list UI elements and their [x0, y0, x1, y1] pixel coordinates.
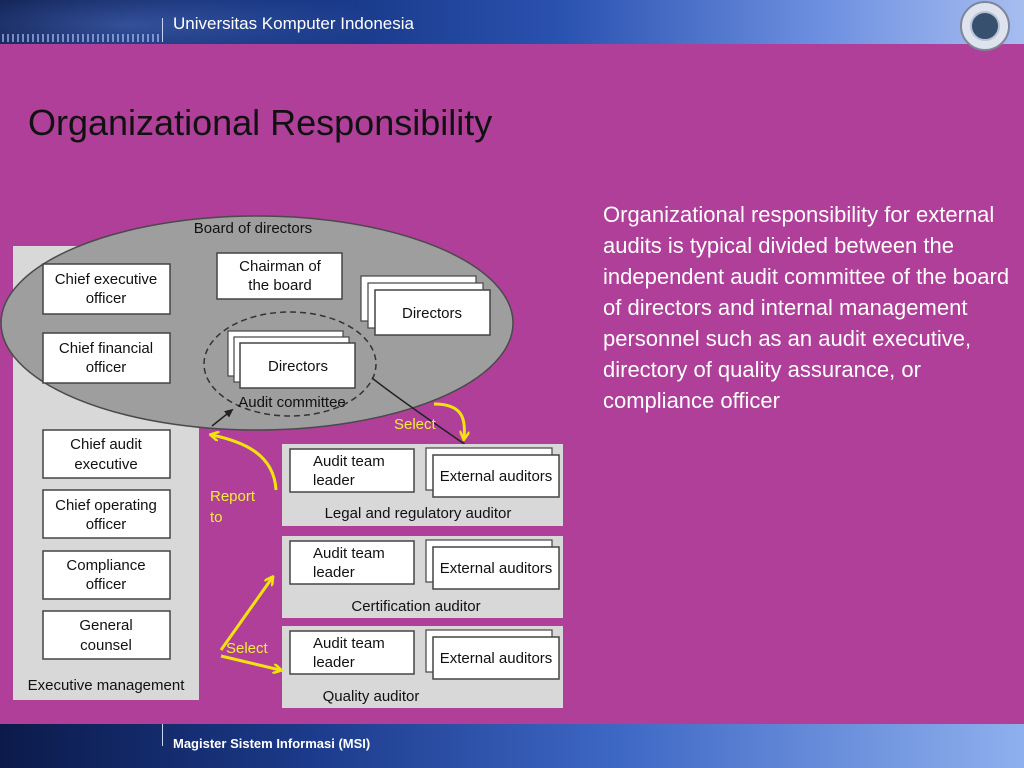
footer-bar: Magister Sistem Informasi (MSI) — [0, 724, 1024, 768]
footer-divider — [162, 724, 163, 746]
leader-1-line-1: Audit team — [313, 453, 385, 470]
counsel-line-2: counsel — [80, 637, 132, 654]
coo-line-1: Chief operating — [55, 497, 157, 514]
quality-label: Quality auditor — [323, 688, 420, 705]
cae-line-1: Chief audit — [70, 436, 143, 453]
footer-text: Magister Sistem Informasi (MSI) — [173, 736, 371, 751]
cae-line-2: executive — [74, 456, 137, 473]
audit-directors-label: Directors — [268, 358, 328, 375]
chairman-line-1: Chairman of — [239, 258, 322, 275]
compliance-line-2: officer — [86, 576, 127, 593]
select-arrow-right — [220, 654, 280, 670]
report-to-annotation-line-1: Report — [210, 488, 256, 505]
external-auditors-label-1: External auditors — [440, 468, 553, 485]
compliance-line-1: Compliance — [66, 557, 145, 574]
report-to-annotation-line-2: to — [210, 509, 223, 526]
executive-management-label: Executive management — [28, 677, 186, 694]
counsel-line-1: General — [79, 617, 132, 634]
leader-2-line-2: leader — [313, 564, 355, 581]
leader-3-line-2: leader — [313, 654, 355, 671]
audit-committee-label: Audit committee — [238, 394, 346, 411]
select-annotation-top: Select — [394, 416, 437, 433]
report-to-arrow — [212, 435, 278, 491]
legal-regulatory-label: Legal and regulatory auditor — [325, 505, 512, 522]
coo-line-2: officer — [86, 516, 127, 533]
external-auditors-label-3: External auditors — [440, 650, 553, 667]
cfo-line-1: Chief financial — [59, 340, 153, 357]
external-auditors-label-2: External auditors — [440, 560, 553, 577]
directors-label: Directors — [402, 305, 462, 322]
cfo-line-2: officer — [86, 359, 127, 376]
leader-1-line-2: leader — [313, 472, 355, 489]
leader-3-line-1: Audit team — [313, 635, 385, 652]
leader-2-line-1: Audit team — [313, 545, 385, 562]
certification-label: Certification auditor — [351, 598, 480, 615]
select-annotation-bottom: Select — [226, 640, 269, 657]
ceo-line-1: Chief executive — [55, 271, 158, 288]
org-diagram: Executive management Board of directors … — [0, 215, 563, 708]
chairman-line-2: the board — [248, 277, 311, 294]
ceo-line-2: officer — [86, 290, 127, 307]
board-of-directors-label: Board of directors — [194, 220, 312, 237]
